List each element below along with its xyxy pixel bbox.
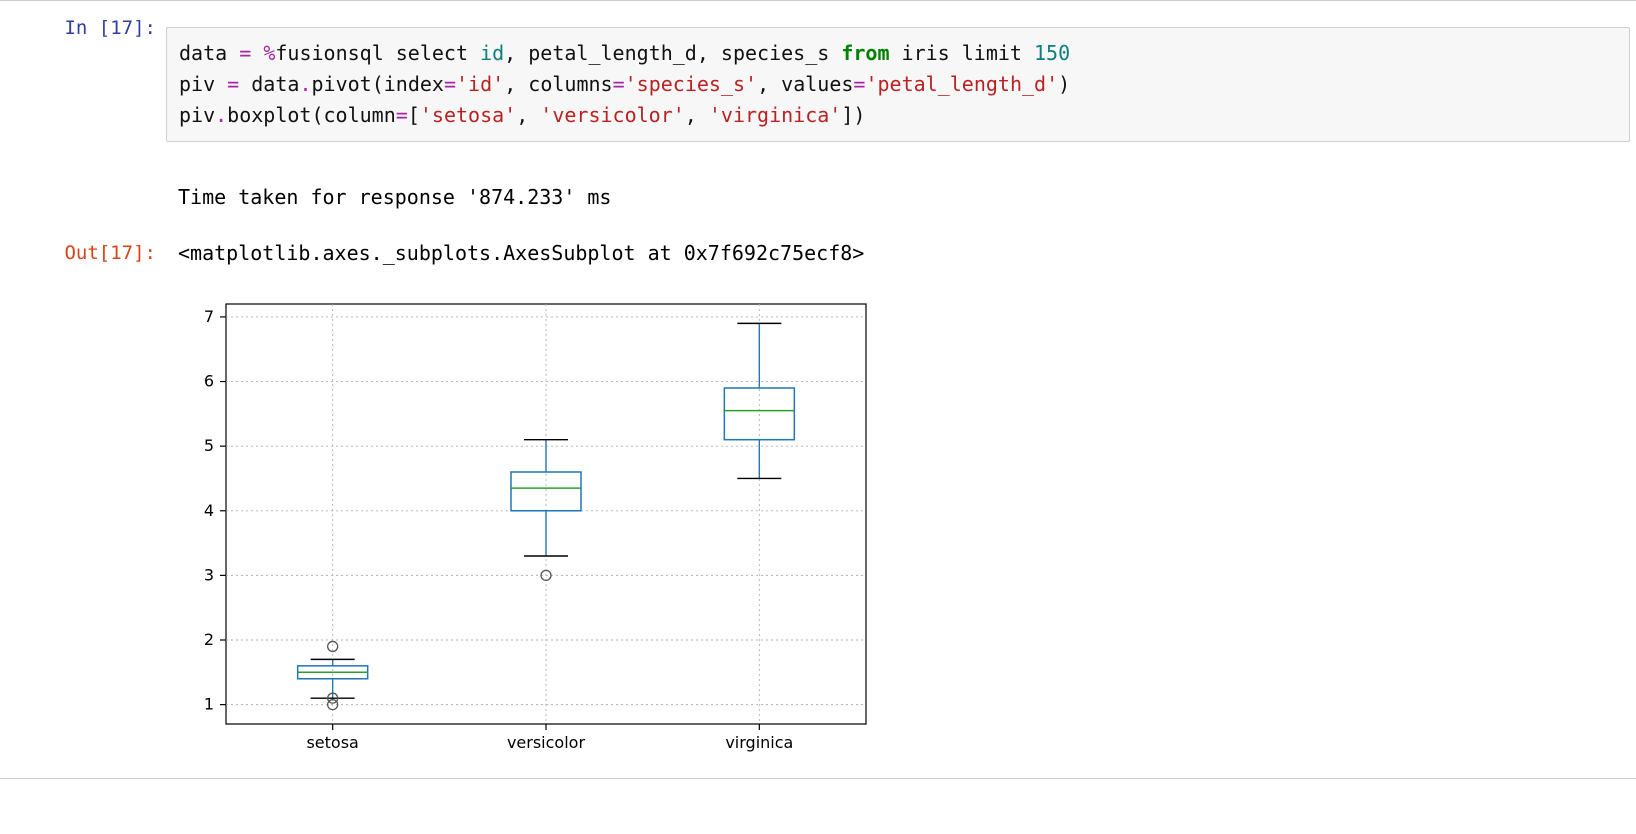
input-prompt: In [17]: — [6, 7, 166, 41]
notebook: In [17]: data = %fusionsql select id, pe… — [0, 0, 1636, 779]
svg-text:3: 3 — [204, 565, 214, 584]
svg-text:2: 2 — [204, 630, 214, 649]
time-output: Time taken for response '874.233' ms — [166, 176, 1630, 218]
svg-text:4: 4 — [204, 501, 214, 520]
output-spacer — [6, 176, 166, 186]
svg-text:7: 7 — [204, 307, 214, 326]
svg-text:setosa: setosa — [306, 733, 358, 752]
svg-text:5: 5 — [204, 436, 214, 455]
svg-text:versicolor: versicolor — [507, 733, 585, 752]
repr-output: <matplotlib.axes._subplots.AxesSubplot a… — [166, 232, 1630, 274]
boxplot-output: 1 2 3 4 5 6 7 setosa versicolor virginica — [166, 274, 1630, 768]
svg-text:6: 6 — [204, 372, 214, 391]
code-input[interactable]: data = %fusionsql select id, petal_lengt… — [166, 27, 1630, 142]
boxplot-svg: 1 2 3 4 5 6 7 setosa versicolor virginica — [178, 288, 888, 768]
output-prompt: Out[17]: — [6, 232, 166, 266]
svg-text:virginica: virginica — [725, 733, 793, 752]
svg-text:1: 1 — [204, 695, 214, 714]
code-cell: In [17]: data = %fusionsql select id, pe… — [0, 1, 1636, 774]
plot-spacer — [6, 274, 166, 284]
